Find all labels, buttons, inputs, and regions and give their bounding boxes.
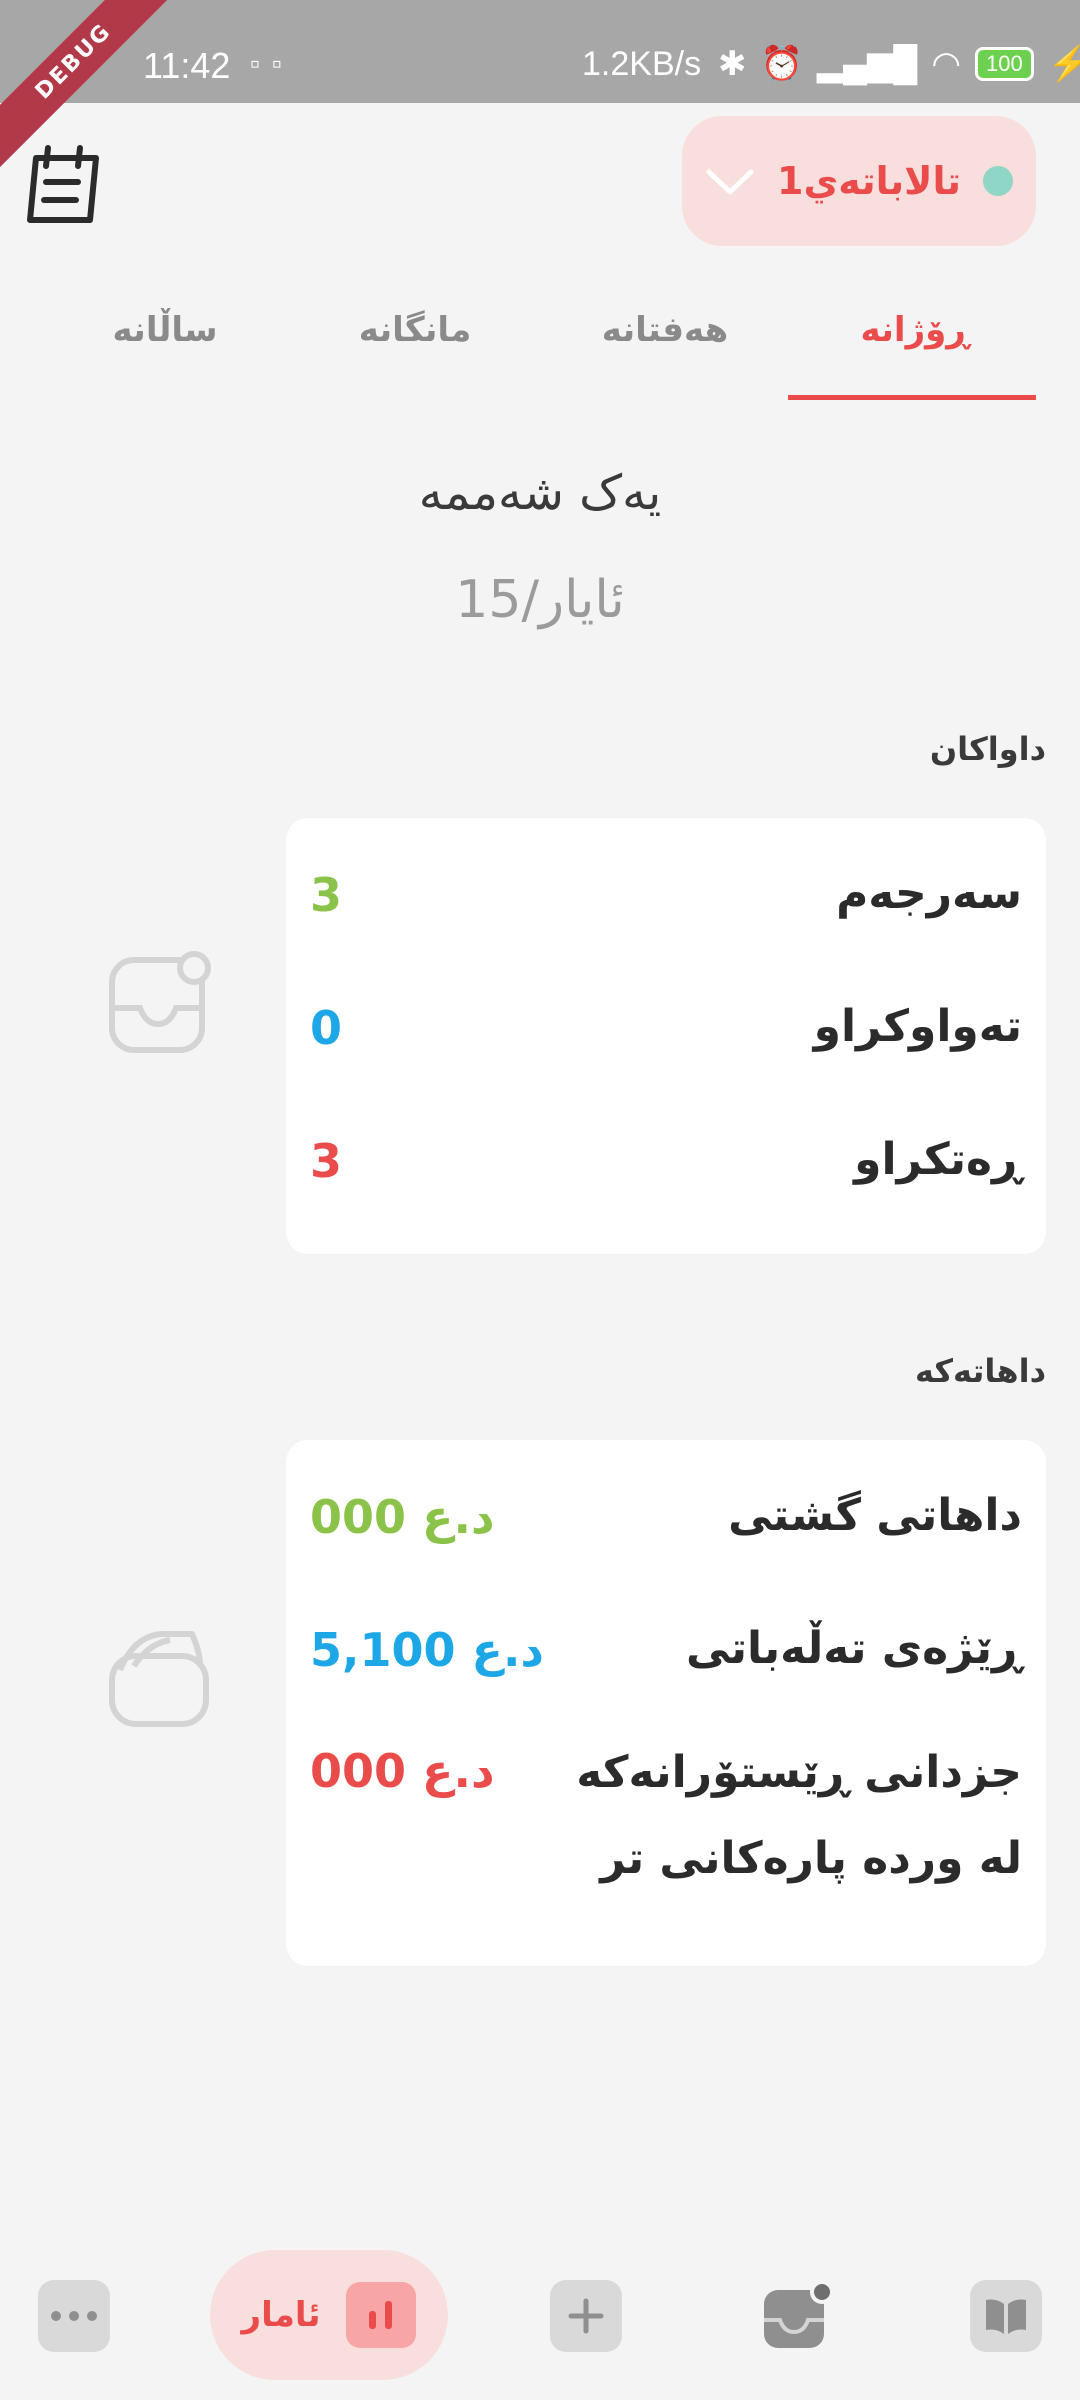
battery-icon: 100: [975, 47, 1034, 81]
income-row-wallet: جزدانی ڕێستۆرانەکە لە وردە پارەکانی تر 0…: [286, 1730, 1046, 1930]
bluetooth-icon: ✱: [718, 45, 747, 83]
income-section-title: داهاتەکە: [914, 1352, 1046, 1390]
branch-selector[interactable]: تالاباتەي1: [682, 116, 1036, 246]
tab-yearly[interactable]: ساڵانە: [40, 290, 290, 402]
income-total-value: 000 د.ع: [310, 1490, 495, 1544]
nav-stats-button[interactable]: ئامار: [210, 2250, 448, 2380]
nav-stats-label: ئامار: [241, 2295, 321, 2335]
branch-name: تالاباتەي1: [777, 159, 961, 203]
charging-icon: ⚡: [1047, 45, 1080, 83]
orders-completed-value: 0: [310, 1001, 343, 1055]
calendar-notes-icon: [27, 145, 99, 223]
tab-daily[interactable]: ڕۆژانە: [790, 290, 1040, 402]
orders-section-title: داواکان: [929, 730, 1046, 768]
income-wallet-label: جزدانی ڕێستۆرانەکە لە وردە پارەکانی تر: [576, 1747, 1022, 1884]
orders-completed-label: تەواوکراو: [813, 1001, 1022, 1052]
orders-row-total: سەرجەم 3: [286, 868, 1046, 968]
chevron-down-icon: [706, 169, 754, 195]
income-commission-value: 5,100 د.ع: [310, 1623, 545, 1677]
nav-menu-button[interactable]: [970, 2280, 1042, 2352]
notification-icons: ▫▫: [250, 48, 294, 79]
income-card: داهاتی گشتی 000 د.ع ڕێژەی تەڵەباتی 5,100…: [286, 1440, 1046, 1966]
orders-rejected-value: 3: [310, 1134, 343, 1188]
orders-card: سەرجەم 3 تەواوکراو 0 ڕەتکراو 3: [286, 818, 1046, 1254]
inbox-icon: [764, 2280, 832, 2348]
tab-weekly[interactable]: هەفتانە: [540, 290, 790, 402]
orders-total-label: سەرجەم: [836, 868, 1022, 919]
bar-chart-icon: [346, 2282, 417, 2348]
day-name: یەک شەممە: [418, 465, 662, 521]
income-wallet-value: 000 د.ع: [310, 1744, 495, 1798]
wifi-icon: ◠: [931, 45, 961, 83]
nav-more-button[interactable]: [38, 2280, 110, 2352]
wallet-icon: [109, 1631, 209, 1727]
network-speed: 1.2KB/s: [582, 45, 702, 83]
orders-total-value: 3: [310, 868, 343, 922]
income-row-commission: ڕێژەی تەڵەباتی 5,100 د.ع: [286, 1623, 1046, 1723]
plus-icon: [568, 2298, 604, 2334]
nav-inbox-button[interactable]: [760, 2280, 832, 2352]
date-label: 15/ئایار: [455, 570, 625, 630]
period-tabs: ساڵانە مانگانە هەفتانە ڕۆژانە: [40, 290, 1040, 402]
status-bar: 11:42 ▫▫ 1.2KB/s ✱ ⏰ ▂▄▆█ ◠ 100 ⚡: [0, 0, 1080, 103]
inbox-icon: [109, 951, 211, 1053]
tab-monthly[interactable]: مانگانە: [290, 290, 540, 402]
nav-add-button[interactable]: [550, 2280, 622, 2352]
alarm-icon: ⏰: [760, 45, 803, 83]
orders-rejected-label: ڕەتکراو: [854, 1134, 1022, 1185]
status-time: 11:42: [143, 45, 231, 86]
status-icons: ✱ ⏰ ▂▄▆█ ◠ 100 ⚡: [718, 44, 1080, 84]
calendar-button[interactable]: [22, 140, 108, 226]
branch-status-dot: [982, 166, 1013, 196]
income-total-label: داهاتی گشتی: [728, 1490, 1022, 1541]
more-dots-icon: [51, 2311, 97, 2321]
bottom-nav: ئامار: [0, 2240, 1080, 2400]
orders-row-rejected: ڕەتکراو 3: [286, 1134, 1046, 1234]
active-tab-indicator: [788, 395, 1036, 400]
income-row-total: داهاتی گشتی 000 د.ع: [286, 1490, 1046, 1590]
book-icon: [986, 2299, 1026, 2334]
income-commission-label: ڕێژەی تەڵەباتی: [686, 1623, 1022, 1674]
orders-row-completed: تەواوکراو 0: [286, 1001, 1046, 1101]
signal-icon: ▂▄▆█: [816, 45, 918, 83]
